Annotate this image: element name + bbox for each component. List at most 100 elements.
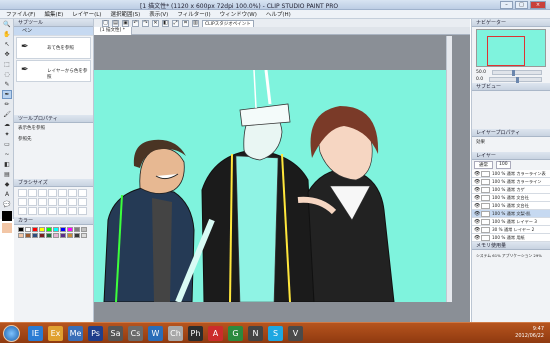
move-layer-tool-icon[interactable]: ✥ [2, 50, 12, 59]
brushsize-option[interactable] [28, 189, 37, 197]
navigator-thumbnail[interactable] [476, 29, 546, 67]
taskbar-app-icon[interactable]: Ph [188, 326, 203, 341]
visibility-eye-icon[interactable]: 👁 [474, 203, 480, 209]
selection-tool-icon[interactable]: ⬚ [2, 60, 12, 69]
zoom-tool-icon[interactable]: 🔍 [2, 20, 12, 29]
color-swatch[interactable] [46, 233, 52, 238]
visibility-eye-icon[interactable]: 👁 [474, 235, 480, 241]
visibility-eye-icon[interactable]: 👁 [474, 219, 480, 225]
airbrush-tool-icon[interactable]: ☁ [2, 120, 12, 129]
menu-filter[interactable]: フィルター(I) [177, 10, 210, 18]
pencil-tool-icon[interactable]: ✏ [2, 100, 12, 109]
menu-layer[interactable]: レイヤー(L) [72, 10, 101, 18]
taskbar-app-icon[interactable]: Sa [108, 326, 123, 341]
color-swatch[interactable] [67, 233, 73, 238]
taskbar-app-icon[interactable]: Ch [168, 326, 183, 341]
menu-window[interactable]: ウィンドウ(W) [220, 10, 257, 18]
layer-row[interactable]: 👁 100 % 通常 レイヤー 3 [472, 218, 550, 226]
brushsize-option[interactable] [28, 207, 37, 215]
color-swatch[interactable] [60, 227, 66, 232]
taskbar-app-icon[interactable]: W [148, 326, 163, 341]
layer-blend-mode[interactable]: 通常 [474, 161, 493, 169]
close-button[interactable]: × [530, 1, 546, 9]
color-swatch[interactable] [74, 227, 80, 232]
minimize-button[interactable]: – [500, 1, 513, 9]
navigator-zoom-slider[interactable] [492, 70, 542, 76]
main-color-swatch[interactable] [2, 211, 12, 221]
slider-thumb[interactable] [512, 70, 516, 76]
canvas-artwork[interactable] [94, 70, 446, 302]
brushsize-option[interactable] [38, 198, 47, 206]
eyedropper-tool-icon[interactable]: ✎ [2, 80, 12, 89]
subtool-tab-pen[interactable]: ペン [14, 27, 93, 36]
color-swatch[interactable] [18, 233, 24, 238]
brushsize-option[interactable] [78, 198, 87, 206]
snap-icon[interactable]: ⌗ [182, 20, 189, 27]
undo-icon[interactable]: ↶ [132, 20, 139, 27]
menu-file[interactable]: ファイル(F) [6, 10, 35, 18]
visibility-eye-icon[interactable]: 👁 [474, 179, 480, 185]
menu-selection[interactable]: 選択範囲(S) [110, 10, 140, 18]
taskbar-app-icon[interactable]: S [268, 326, 283, 341]
color-swatch[interactable] [67, 227, 73, 232]
menu-view[interactable]: 表示(V) [149, 10, 168, 18]
sub-color-swatch[interactable] [2, 223, 12, 233]
system-clock[interactable]: 9:47 2012/06/22 [515, 326, 544, 340]
taskbar-app-icon[interactable]: Cs [128, 326, 143, 341]
taskbar-app-icon[interactable]: Ex [48, 326, 63, 341]
decoration-tool-icon[interactable]: ✦ [2, 130, 12, 139]
brushsize-option[interactable] [58, 189, 67, 197]
menu-help[interactable]: ヘルプ(H) [266, 10, 291, 18]
visibility-eye-icon[interactable]: 👁 [474, 227, 480, 233]
open-file-icon[interactable]: ▤ [112, 20, 119, 27]
color-swatch[interactable] [18, 227, 24, 232]
start-button[interactable] [3, 325, 20, 342]
blend-tool-icon[interactable]: ~ [2, 150, 12, 159]
gradient-tool-icon[interactable]: ▤ [2, 170, 12, 179]
visibility-eye-icon[interactable]: 👁 [474, 171, 480, 177]
operation-tool-icon[interactable]: ↖ [2, 40, 12, 49]
brushsize-option[interactable] [48, 207, 57, 215]
layer-row[interactable]: 👁 30 % 通常 レイヤー 2 [472, 226, 550, 234]
brush-tool-icon[interactable]: 🖌 [2, 110, 12, 119]
taskbar-app-icon[interactable]: G [228, 326, 243, 341]
figure-tool-icon[interactable]: ◆ [2, 180, 12, 189]
layer-row[interactable]: 👁 100 % 通常 文台社 [472, 194, 550, 202]
brushsize-option[interactable] [78, 189, 87, 197]
maximize-button[interactable]: □ [515, 1, 528, 9]
brushsize-option[interactable] [38, 207, 47, 215]
subview-area[interactable] [472, 91, 550, 129]
color-swatch[interactable] [39, 227, 45, 232]
brushsize-option[interactable] [48, 189, 57, 197]
fill-icon[interactable]: ◧ [162, 20, 169, 27]
color-swatch[interactable] [32, 233, 38, 238]
layer-row[interactable]: 👁 100 % 通常 用紙 [472, 234, 550, 242]
brushsize-option[interactable] [68, 189, 77, 197]
ruler-icon[interactable]: ▥ [192, 20, 199, 27]
subtool-item-reference-color[interactable]: ✒ あて色を参照 [16, 37, 91, 59]
pen-tool-icon[interactable]: ✒ [2, 90, 12, 99]
text-tool-icon[interactable]: A [2, 190, 12, 199]
layer-row[interactable]: 👁 100 % 通常 カゲ [472, 186, 550, 194]
visibility-eye-icon[interactable]: 👁 [474, 195, 480, 201]
save-icon[interactable]: ▣ [122, 20, 129, 27]
new-file-icon[interactable]: ▢ [102, 20, 109, 27]
brushsize-option[interactable] [28, 198, 37, 206]
visibility-eye-icon[interactable]: 👁 [474, 187, 480, 193]
taskbar-app-icon[interactable]: N [248, 326, 263, 341]
balloon-tool-icon[interactable]: 💬 [2, 200, 12, 209]
brushsize-option[interactable] [68, 198, 77, 206]
navigator-angle-slider[interactable] [489, 77, 542, 83]
layer-row[interactable]: 👁 100 % 通常 カラーライン表 [472, 170, 550, 178]
fill-tool-icon[interactable]: ◧ [2, 160, 12, 169]
layer-row[interactable]: 👁 100 % 通常 カラーライン [472, 178, 550, 186]
layer-opacity[interactable]: 100 [496, 161, 511, 169]
brushsize-option[interactable] [38, 189, 47, 197]
menu-edit[interactable]: 編集(E) [44, 10, 63, 18]
color-swatch[interactable] [32, 227, 38, 232]
color-swatch[interactable] [81, 233, 87, 238]
color-swatch[interactable] [53, 227, 59, 232]
color-swatch[interactable] [60, 233, 66, 238]
subtool-item-layer-color[interactable]: ✒ レイヤーから色を参照 [16, 60, 91, 82]
tab-document[interactable]: [1 描文性] * [94, 27, 132, 35]
